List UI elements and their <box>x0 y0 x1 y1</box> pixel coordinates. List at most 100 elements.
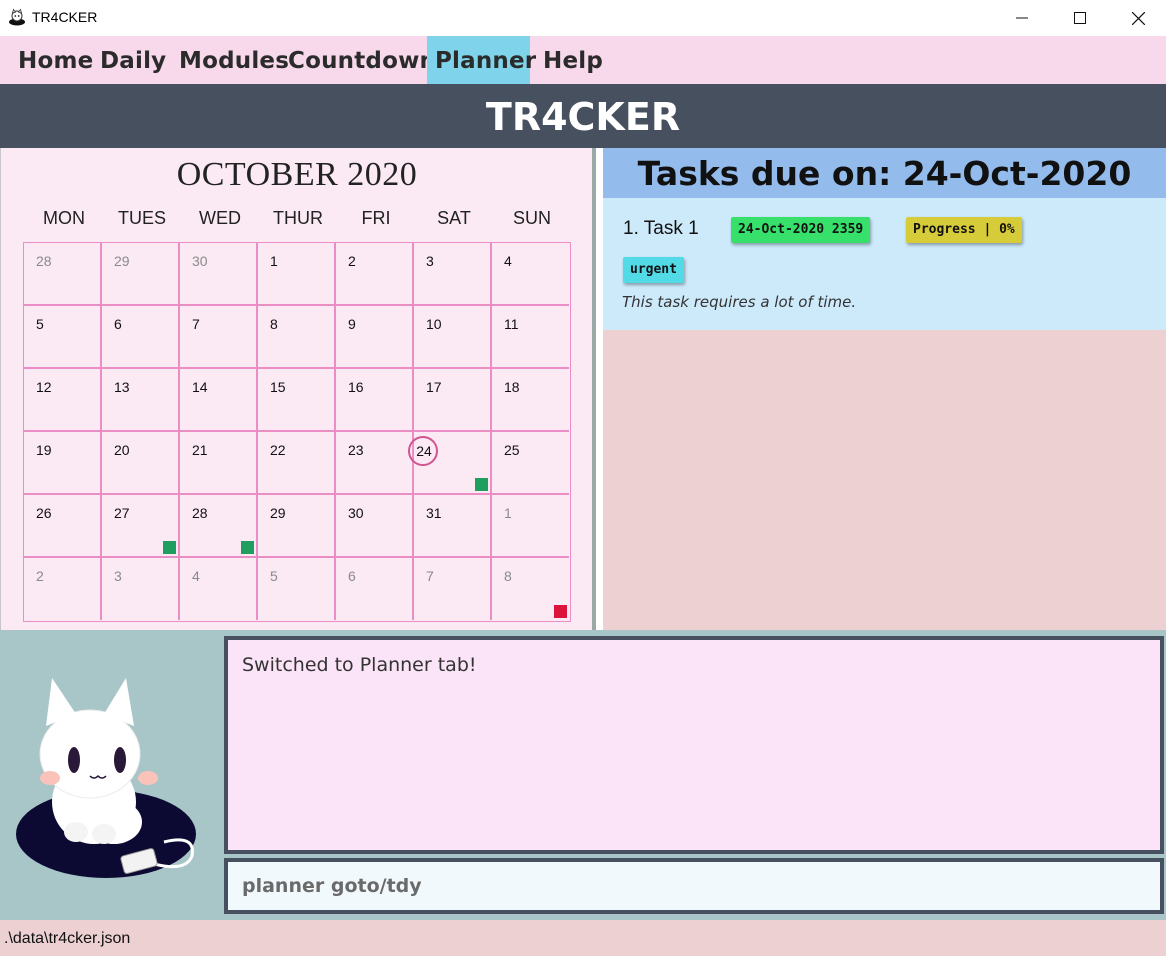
result-text: Switched to Planner tab! <box>242 654 477 676</box>
calendar-day-cell[interactable]: 8 <box>492 558 569 620</box>
calendar-day-cell[interactable]: 16 <box>336 369 414 432</box>
calendar-day-cell[interactable]: 28 <box>24 243 102 306</box>
app-cat-icon <box>9 8 25 26</box>
calendar-day-number: 15 <box>270 379 286 395</box>
calendar-day-cell[interactable]: 10 <box>414 306 492 369</box>
calendar-day-cell[interactable]: 20 <box>102 432 180 495</box>
task-progress-tag: Progress | 0% <box>906 217 1022 243</box>
calendar-day-cell[interactable]: 29 <box>102 243 180 306</box>
calendar-day-number: 16 <box>348 379 364 395</box>
calendar-day-cell[interactable]: 3 <box>414 243 492 306</box>
calendar-day-cell[interactable]: 21 <box>180 432 258 495</box>
calendar-day-number: 1 <box>504 505 512 521</box>
calendar-day-number: 9 <box>348 316 356 332</box>
deadline-marker-green <box>163 541 176 554</box>
calendar-day-number: 17 <box>426 379 442 395</box>
calendar-day-cell[interactable]: 2 <box>336 243 414 306</box>
calendar-day-cell[interactable]: 11 <box>492 306 569 369</box>
calendar-day-number: 29 <box>114 253 130 269</box>
calendar-day-cell[interactable]: 31 <box>414 495 492 558</box>
calendar-dow-header: WED <box>199 208 241 228</box>
close-button[interactable] <box>1109 0 1166 36</box>
calendar-panel: OCTOBER 2020 MON TUES WED THUR FRI SAT SUN 28 2… <box>0 148 596 630</box>
task-title: 1. Task 1 <box>623 218 699 239</box>
calendar-day-cell[interactable]: 30 <box>336 495 414 558</box>
calendar-day-cell[interactable]: 13 <box>102 369 180 432</box>
calendar-day-number: 24 <box>416 443 432 459</box>
calendar-day-cell[interactable]: 2 <box>24 558 102 620</box>
calendar-day-number: 8 <box>270 316 278 332</box>
status-save-path: .\data\tr4cker.json <box>4 930 131 947</box>
menu-planner[interactable]: Planner <box>427 36 536 84</box>
calendar-day-number: 6 <box>114 316 122 332</box>
calendar-day-cell[interactable]: 6 <box>102 306 180 369</box>
calendar-day-number: 28 <box>36 253 52 269</box>
bottom-area: Switched to Planner tab! planner goto/td… <box>0 630 1166 920</box>
calendar-day-number: 13 <box>114 379 130 395</box>
calendar-day-cell[interactable]: 4 <box>492 243 569 306</box>
window-title-bar: TR4CKER <box>0 0 1166 36</box>
calendar-day-cell[interactable]: 28 <box>180 495 258 558</box>
tasks-header-title: Tasks due on: 24-Oct-2020 <box>637 154 1132 193</box>
calendar-day-cell[interactable]: 23 <box>336 432 414 495</box>
calendar-day-cell[interactable]: 9 <box>336 306 414 369</box>
calendar-day-cell[interactable]: 25 <box>492 432 569 495</box>
calendar-day-number: 29 <box>270 505 286 521</box>
task-card[interactable]: 1. Task 1 24-Oct-2020 2359 Progress | 0%… <box>603 198 1166 330</box>
task-deadline-tag: 24-Oct-2020 2359 <box>731 217 871 243</box>
menu-modules[interactable]: Modules <box>171 36 297 84</box>
calendar-day-number: 31 <box>426 505 442 521</box>
app-header: TR4CKER <box>0 84 1166 148</box>
calendar-day-number: 11 <box>504 316 519 332</box>
task-urgent-tag: urgent <box>623 257 684 283</box>
calendar-day-cell[interactable]: 3 <box>102 558 180 620</box>
menu-daily[interactable]: Daily <box>92 36 174 84</box>
status-bar: .\data\tr4cker.json <box>0 920 1166 956</box>
calendar-dow-header: THUR <box>273 208 323 228</box>
minimize-button[interactable] <box>993 0 1051 36</box>
calendar-day-cell[interactable]: 15 <box>258 369 336 432</box>
calendar-day-cell[interactable]: 1 <box>258 243 336 306</box>
result-display: Switched to Planner tab! <box>224 636 1164 854</box>
calendar-day-number: 19 <box>36 442 52 458</box>
calendar-day-cell[interactable]: 22 <box>258 432 336 495</box>
calendar-day-cell[interactable]: 17 <box>414 369 492 432</box>
maximize-button[interactable] <box>1051 0 1109 36</box>
calendar-day-cell[interactable]: 24 <box>408 432 492 495</box>
calendar-day-number: 1 <box>270 253 278 269</box>
command-input[interactable]: planner goto/tdy <box>224 858 1164 914</box>
calendar-day-cell[interactable]: 26 <box>24 495 102 558</box>
calendar-day-number: 28 <box>192 505 208 521</box>
calendar-day-cell[interactable]: 29 <box>258 495 336 558</box>
calendar-day-cell[interactable]: 8 <box>258 306 336 369</box>
calendar-day-cell[interactable]: 1 <box>492 495 569 558</box>
app-header-title: TR4CKER <box>485 95 681 139</box>
calendar-day-cell[interactable]: 14 <box>180 369 258 432</box>
calendar-day-number: 30 <box>348 505 364 521</box>
calendar-dow-header: SUN <box>512 208 551 228</box>
calendar-day-number: 10 <box>426 316 442 332</box>
calendar-day-cell[interactable]: 5 <box>24 306 102 369</box>
calendar-day-number: 4 <box>192 568 200 584</box>
calendar-dow-header: SAT <box>437 208 471 228</box>
deadline-marker-red <box>554 605 567 618</box>
calendar-day-cell[interactable]: 18 <box>492 369 569 432</box>
calendar-day-cell[interactable]: 19 <box>24 432 102 495</box>
calendar-dow-header: FRI <box>361 208 391 228</box>
calendar-dow-header: MON <box>43 208 85 228</box>
calendar-day-cell[interactable]: 6 <box>336 558 414 620</box>
calendar-day-cell[interactable]: 12 <box>24 369 102 432</box>
calendar-day-cell[interactable]: 7 <box>414 558 492 620</box>
task-description: This task requires a lot of time. <box>622 293 857 311</box>
calendar-day-number: 23 <box>348 442 364 458</box>
calendar-day-cell[interactable]: 5 <box>258 558 336 620</box>
calendar-day-cell[interactable]: 27 <box>102 495 180 558</box>
calendar-day-cell[interactable]: 30 <box>180 243 258 306</box>
menu-home[interactable]: Home <box>10 36 101 84</box>
calendar-day-cell[interactable]: 7 <box>180 306 258 369</box>
calendar-day-cell[interactable]: 4 <box>180 558 258 620</box>
calendar-day-number: 21 <box>192 442 208 458</box>
menu-help[interactable]: Help <box>535 36 611 84</box>
calendar-day-number: 7 <box>192 316 200 332</box>
calendar-day-number: 20 <box>114 442 130 458</box>
